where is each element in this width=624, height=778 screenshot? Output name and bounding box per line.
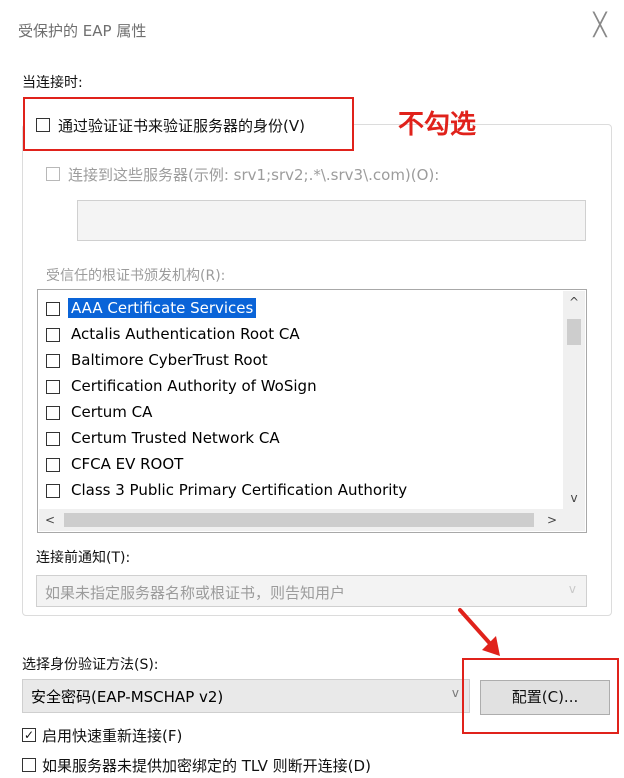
list-item-label: Actalis Authentication Root CA bbox=[71, 325, 300, 343]
fast-reconnect-checkbox[interactable] bbox=[22, 728, 36, 742]
fast-reconnect-label[interactable]: 启用快速重新连接(F) bbox=[42, 725, 182, 746]
configure-button[interactable]: 配置(C)... bbox=[480, 680, 610, 715]
scrollbar-corner bbox=[563, 509, 585, 531]
list-item-checkbox[interactable] bbox=[46, 406, 60, 420]
list-item-label: CFCA EV ROOT bbox=[71, 455, 184, 473]
auth-method-value: 安全密码(EAP-MSCHAP v2) bbox=[31, 688, 224, 706]
horizontal-scrollbar[interactable]: < > bbox=[39, 509, 563, 531]
tlv-disconnect-label[interactable]: 如果服务器未提供加密绑定的 TLV 则断开连接(D) bbox=[42, 755, 371, 776]
list-item-checkbox[interactable] bbox=[46, 432, 60, 446]
list-item[interactable]: CFCA EV ROOT bbox=[44, 452, 554, 476]
when-connecting-label: 当连接时: bbox=[22, 75, 83, 91]
chevron-down-icon: v bbox=[451, 686, 459, 700]
tlv-disconnect-checkbox[interactable] bbox=[22, 758, 36, 772]
list-item[interactable]: Class 3 Public Primary Certification Aut… bbox=[44, 478, 554, 502]
notify-select-value: 如果未指定服务器名称或根证书，则告知用户 bbox=[45, 584, 346, 602]
close-icon[interactable]: ╳ bbox=[588, 14, 612, 38]
list-item-label: Class 3 Public Primary Certification Aut… bbox=[71, 481, 408, 499]
annotation-arrow-icon bbox=[458, 608, 500, 656]
window-title: 受保护的 EAP 属性 bbox=[18, 22, 147, 40]
list-item-checkbox[interactable] bbox=[46, 380, 60, 394]
vertical-scrollbar[interactable]: ^ v bbox=[563, 291, 585, 509]
list-item-checkbox[interactable] bbox=[46, 328, 60, 342]
list-item[interactable]: Certum Trusted Network CA bbox=[44, 426, 554, 450]
auth-method-label: 选择身份验证方法(S): bbox=[22, 657, 159, 673]
list-item-checkbox[interactable] bbox=[46, 484, 60, 498]
trusted-ca-listbox[interactable]: AAA Certificate Services Actalis Authent… bbox=[37, 289, 587, 533]
scroll-right-icon[interactable]: > bbox=[541, 509, 563, 531]
list-item[interactable]: Baltimore CyberTrust Root bbox=[44, 348, 554, 372]
chevron-down-icon: v bbox=[568, 582, 576, 596]
connect-servers-label: 连接到这些服务器(示例: srv1;srv2;.*\.srv3\.com)(O)… bbox=[68, 166, 440, 184]
list-item-label: Baltimore CyberTrust Root bbox=[71, 351, 268, 369]
trusted-ca-label: 受信任的根证书颁发机构(R): bbox=[46, 268, 226, 284]
verify-cert-checkbox[interactable] bbox=[36, 118, 50, 132]
list-item[interactable]: Certum CA bbox=[44, 400, 554, 424]
notify-label: 连接前通知(T): bbox=[36, 550, 131, 566]
vertical-scroll-thumb[interactable] bbox=[567, 319, 581, 345]
list-item[interactable]: Actalis Authentication Root CA bbox=[44, 322, 554, 346]
list-item-label: Certum CA bbox=[71, 403, 153, 421]
connect-servers-checkbox[interactable] bbox=[46, 167, 60, 181]
list-item-checkbox[interactable] bbox=[46, 302, 60, 316]
list-item[interactable]: AAA Certificate Services bbox=[44, 296, 554, 320]
list-item-label: Certum Trusted Network CA bbox=[71, 429, 280, 447]
servers-input[interactable] bbox=[77, 200, 586, 241]
verify-cert-label[interactable]: 通过验证证书来验证服务器的身份(V) bbox=[58, 115, 305, 136]
annotation-text: 不勾选 bbox=[398, 110, 477, 140]
scroll-up-icon[interactable]: ^ bbox=[563, 291, 585, 313]
list-item-checkbox[interactable] bbox=[46, 354, 60, 368]
list-item-label: AAA Certificate Services bbox=[68, 298, 257, 318]
list-item-label: Certification Authority of WoSign bbox=[71, 377, 317, 395]
horizontal-scroll-thumb[interactable] bbox=[64, 513, 534, 527]
scroll-left-icon[interactable]: < bbox=[39, 509, 61, 531]
list-item-checkbox[interactable] bbox=[46, 458, 60, 472]
scroll-down-icon[interactable]: v bbox=[563, 487, 585, 509]
list-item[interactable]: Certification Authority of WoSign bbox=[44, 374, 554, 398]
auth-method-select[interactable]: 安全密码(EAP-MSCHAP v2) v bbox=[22, 679, 470, 713]
notify-select[interactable]: 如果未指定服务器名称或根证书，则告知用户 v bbox=[36, 575, 587, 607]
